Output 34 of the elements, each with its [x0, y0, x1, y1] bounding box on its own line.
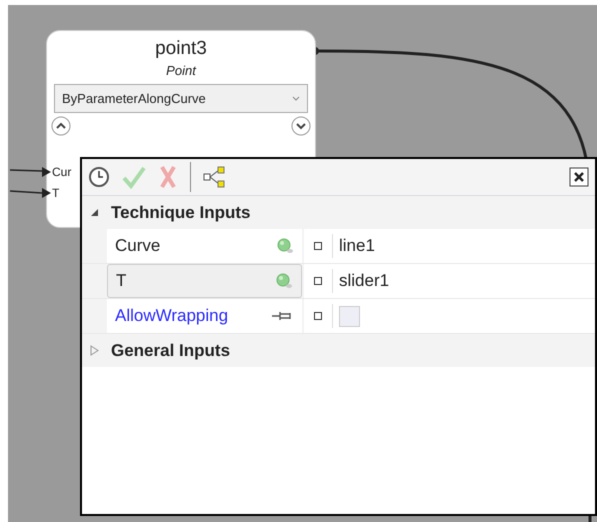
checkmark-icon[interactable] — [122, 165, 146, 189]
property-name: T — [116, 270, 126, 292]
graph-icon[interactable] — [203, 165, 227, 189]
node-type: Point — [166, 62, 196, 80]
collapse-icon[interactable] — [90, 208, 99, 217]
checkbox[interactable] — [339, 306, 360, 326]
node-title: point3 — [155, 37, 207, 61]
chevron-down-icon[interactable] — [291, 116, 311, 136]
section-header[interactable]: Technique Inputs — [82, 196, 595, 229]
connector-icon — [275, 273, 293, 289]
value-marker-icon — [314, 312, 322, 320]
property-value[interactable]: line1 — [339, 233, 375, 259]
property-name-cell[interactable]: Curve — [107, 229, 302, 263]
port-arrow-icon — [42, 188, 51, 198]
port-label: Cur — [52, 164, 72, 181]
property-name-cell[interactable]: AllowWrapping — [107, 299, 302, 333]
chevron-up-icon[interactable] — [51, 116, 71, 136]
connector-icon — [276, 238, 294, 254]
property-name-cell[interactable]: T — [107, 264, 302, 298]
chevron-down-icon — [292, 96, 300, 102]
value-marker-icon — [314, 242, 322, 250]
value-marker-icon — [314, 277, 322, 285]
expand-icon[interactable] — [90, 345, 99, 356]
technique-dropdown[interactable]: ByParameterAlongCurve — [54, 84, 308, 114]
clock-icon[interactable] — [88, 166, 110, 188]
property-value[interactable]: slider1 — [339, 268, 390, 294]
port-label: T — [52, 185, 60, 202]
close-icon[interactable] — [569, 167, 589, 187]
section-title: Technique Inputs — [111, 202, 250, 224]
property-name: AllowWrapping — [115, 305, 228, 328]
section-header[interactable]: General Inputs — [82, 334, 595, 367]
section-title: General Inputs — [111, 340, 230, 362]
port-arrow-icon — [42, 167, 51, 177]
property-name: Curve — [115, 235, 160, 258]
